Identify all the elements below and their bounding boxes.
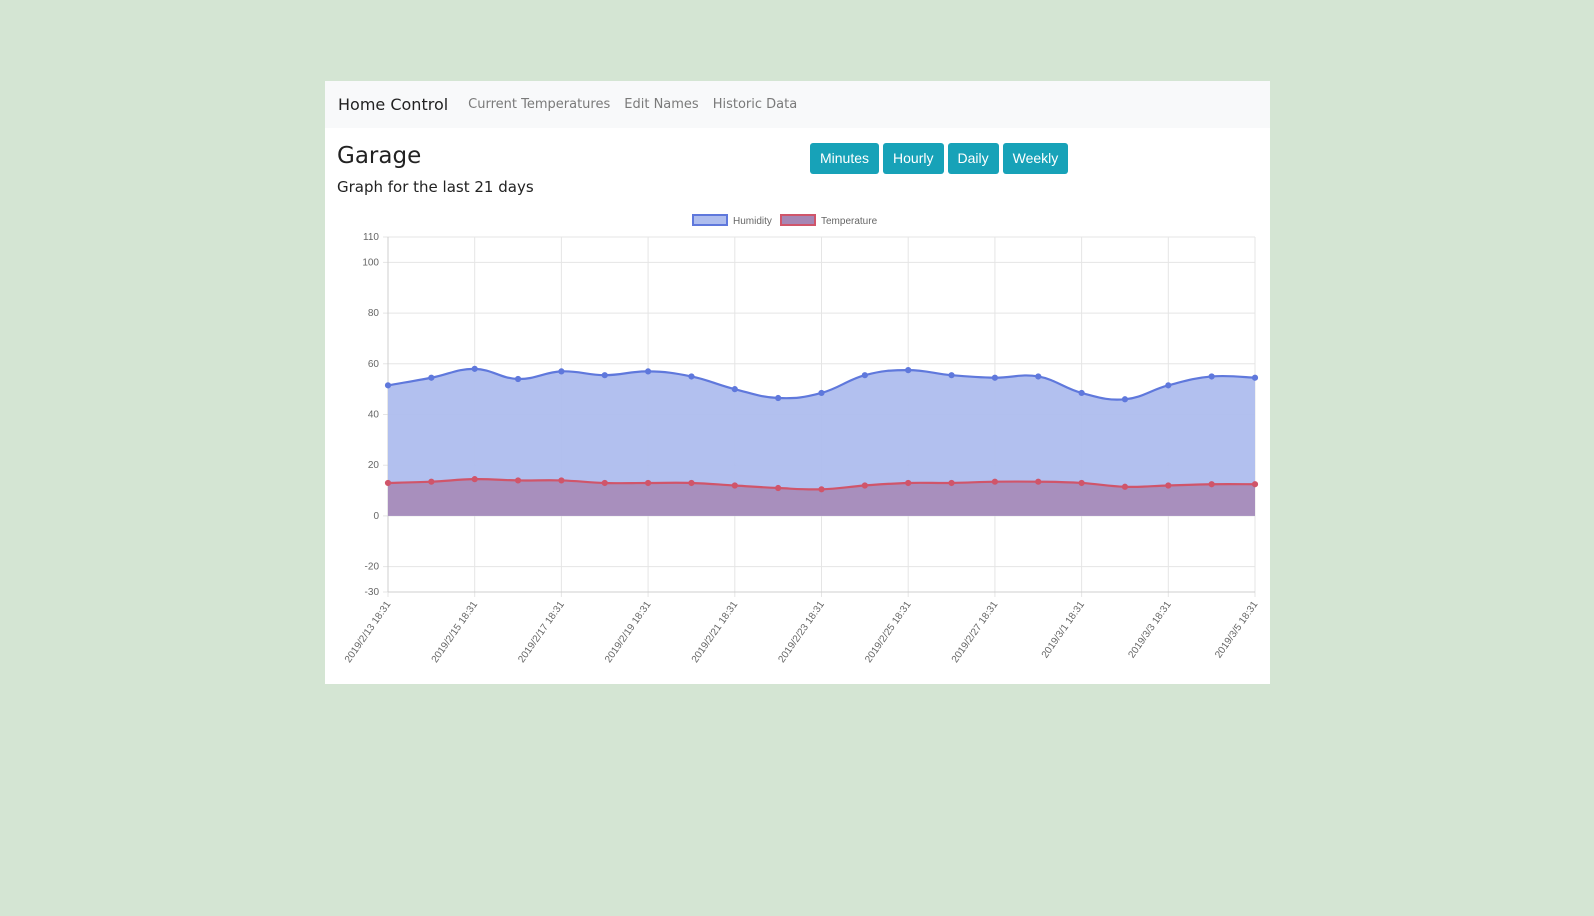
- temperature-point: [948, 479, 955, 487]
- temperature-point: [601, 479, 608, 487]
- humidity-point: [601, 372, 608, 379]
- x-tick-label: 2019/2/15 18:31: [430, 599, 481, 665]
- humidity-point: [818, 389, 825, 397]
- humidity-point: [471, 365, 478, 372]
- humidity-point: [861, 372, 868, 379]
- humidity-point: [1165, 382, 1172, 389]
- humidity-point: [428, 374, 435, 381]
- humidity-point: [1251, 374, 1259, 381]
- legend-swatch-humidity: [692, 214, 728, 226]
- y-tick-label: -20: [365, 562, 380, 573]
- y-tick-label: 40: [368, 410, 380, 421]
- main-card: Home Control Current Temperatures Edit N…: [325, 81, 1270, 684]
- temperature-point: [1208, 481, 1215, 488]
- x-tick-label: 2019/2/13 18:31: [343, 599, 394, 665]
- humidity-point: [1208, 373, 1215, 380]
- legend-label-humidity: Humidity: [733, 216, 772, 227]
- temperature-point: [775, 484, 782, 492]
- temperature-point: [384, 479, 392, 487]
- temperature-point: [1165, 482, 1172, 489]
- x-tick-label: 2019/2/19 18:31: [603, 599, 654, 665]
- humidity-point: [514, 375, 522, 383]
- x-tick-label: 2019/3/1 18:31: [1040, 599, 1088, 660]
- temperature-point: [688, 479, 695, 487]
- x-tick-label: 2019/3/3 18:31: [1126, 599, 1174, 660]
- x-tick-label: 2019/3/5 18:31: [1213, 599, 1261, 660]
- temperature-point: [861, 482, 868, 489]
- temperature-point: [905, 479, 912, 487]
- temperature-point: [1035, 478, 1042, 485]
- y-tick-label: 60: [368, 359, 380, 370]
- temperature-point: [428, 478, 435, 485]
- y-tick-label: 20: [368, 460, 380, 471]
- humidity-point: [384, 382, 392, 389]
- y-tick-label: 100: [362, 257, 379, 268]
- history-chart: 110 100 80 60 40 20 0 -20 -302019/2/13 18:31 2019…: [343, 214, 1261, 665]
- temperature-point: [471, 476, 478, 483]
- temperature-point: [991, 478, 999, 485]
- x-tick-label: 2019/2/21 18:31: [690, 599, 741, 665]
- humidity-point: [905, 367, 912, 374]
- x-tick-label: 2019/2/17 18:31: [516, 599, 567, 665]
- humidity-point: [1035, 373, 1042, 380]
- x-tick-label: 2019/2/23 18:31: [776, 599, 827, 665]
- humidity-point: [558, 368, 565, 375]
- humidity-point: [991, 374, 999, 381]
- temperature-point: [1078, 479, 1085, 487]
- y-tick-label: 80: [368, 308, 380, 319]
- x-tick-label: 2019/2/25 18:31: [863, 599, 914, 665]
- y-tick-label: 110: [363, 232, 379, 243]
- temperature-point: [818, 486, 825, 493]
- legend-swatch-temperature: [780, 214, 816, 226]
- y-tick-label: 0: [373, 511, 379, 522]
- temperature-point: [1121, 483, 1129, 490]
- legend-label-temperature: Temperature: [821, 216, 878, 227]
- temperature-point: [731, 482, 738, 489]
- x-tick-label: 2019/2/27 18:31: [950, 599, 1001, 665]
- temperature-point: [645, 479, 652, 487]
- temperature-point: [558, 477, 565, 484]
- humidity-point: [948, 372, 955, 379]
- humidity-point: [1078, 389, 1085, 397]
- humidity-point: [1121, 396, 1129, 403]
- humidity-point: [645, 368, 652, 375]
- temperature-point: [514, 477, 522, 484]
- humidity-point: [775, 394, 782, 402]
- humidity-point: [688, 373, 695, 380]
- humidity-point: [731, 386, 738, 393]
- temperature-point: [1251, 481, 1259, 488]
- y-tick-label: -30: [365, 587, 380, 598]
